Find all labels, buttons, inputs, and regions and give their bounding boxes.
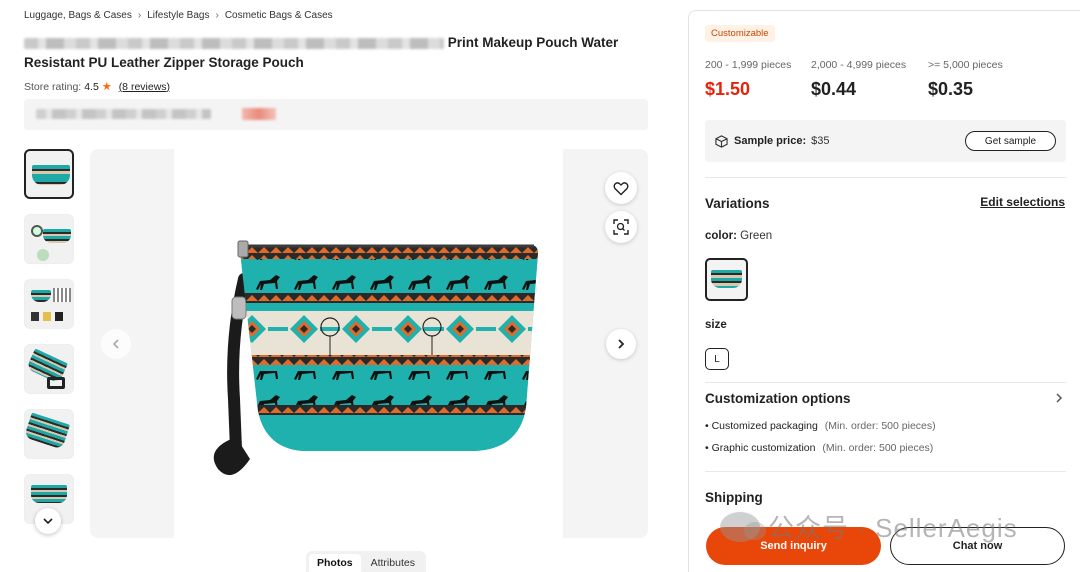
price-tier-3: >= 5,000 pieces $0.35 — [928, 59, 1003, 100]
product-title: Print Makeup Pouch Water Resistant PU Le… — [24, 33, 634, 73]
customization-name: Customized packaging — [711, 420, 818, 432]
get-sample-button[interactable]: Get sample — [965, 131, 1056, 151]
sample-price-box: Sample price: $35 Get sample — [705, 120, 1066, 162]
favorite-button[interactable] — [605, 172, 637, 204]
color-swatch-green[interactable] — [705, 258, 748, 301]
color-value: Green — [740, 230, 773, 242]
size-label: size — [705, 319, 727, 331]
image-search-button[interactable] — [605, 211, 637, 243]
customization-heading[interactable]: Customization options — [705, 391, 851, 406]
image-scan-icon — [613, 219, 629, 235]
thumbnail-4[interactable] — [24, 344, 74, 394]
chevron-right-icon — [618, 339, 625, 349]
thumbnail-1[interactable] — [24, 149, 74, 199]
thumbnail-5[interactable] — [24, 409, 74, 459]
redacted-supplier-text — [36, 109, 211, 119]
breadcrumb: Luggage, Bags & Cases › Lifestyle Bags ›… — [24, 10, 333, 21]
star-icon: ★ — [101, 81, 112, 93]
redacted-title-text — [24, 37, 444, 49]
tab-photos[interactable]: Photos — [309, 554, 361, 572]
chevron-right-icon — [1056, 393, 1063, 403]
thumbnail-list — [24, 149, 74, 539]
box-icon — [715, 134, 728, 148]
gallery-next-button[interactable] — [606, 329, 636, 359]
send-inquiry-button[interactable]: Send inquiry — [706, 527, 881, 565]
store-rating: Store rating: 4.5 ★ (8 reviews) — [24, 80, 170, 94]
variations-heading: Variations — [705, 196, 770, 211]
product-title-line2: Resistant PU Leather Zipper Storage Pouc… — [24, 55, 304, 70]
divider — [705, 471, 1066, 472]
customization-item: • Graphic customization (Min. order: 500… — [705, 442, 934, 454]
gallery-prev-button[interactable] — [101, 329, 131, 359]
shipping-heading: Shipping — [705, 490, 763, 505]
chat-now-button[interactable]: Chat now — [890, 527, 1065, 565]
customization-item: • Customized packaging (Min. order: 500 … — [705, 420, 936, 432]
tier-price: $0.44 — [811, 79, 857, 99]
color-label: color: — [705, 230, 737, 242]
sample-price-value: $35 — [811, 135, 830, 147]
color-attribute: color: Green — [705, 230, 772, 242]
supplier-info-strip — [24, 99, 648, 130]
size-option-l[interactable]: L — [705, 348, 729, 370]
price-tier-1: 200 - 1,999 pieces $1.50 — [705, 59, 791, 100]
product-title-line1: Print Makeup Pouch Water — [447, 35, 619, 50]
tier-quantity: 200 - 1,999 pieces — [705, 59, 792, 71]
chevron-right-icon: › — [215, 10, 219, 21]
chevron-down-icon — [43, 518, 53, 525]
redacted-supplier-badge — [242, 108, 276, 120]
chevron-left-icon — [112, 339, 119, 349]
customization-name: Graphic customization — [711, 442, 816, 454]
breadcrumb-item-luggage[interactable]: Luggage, Bags & Cases — [24, 10, 132, 21]
tier-price: $1.50 — [705, 79, 751, 99]
edit-selections-link[interactable]: Edit selections — [980, 195, 1065, 209]
tier-price: $0.35 — [928, 79, 974, 99]
product-main-image — [174, 149, 563, 538]
price-tier-2: 2,000 - 4,999 pieces $0.44 — [811, 59, 906, 100]
rating-value: 4.5 — [84, 80, 99, 93]
cosmetic-pouch-illustration — [213, 240, 538, 476]
thumbnails-scroll-down-button[interactable] — [35, 508, 61, 534]
purchase-panel: Customizable 200 - 1,999 pieces $1.50 2,… — [688, 10, 1080, 572]
breadcrumb-item-lifestyle-bags[interactable]: Lifestyle Bags — [147, 10, 209, 21]
thumbnail-2[interactable] — [24, 214, 74, 264]
rating-label: Store rating: — [24, 80, 82, 93]
heart-icon — [613, 181, 629, 195]
thumbnail-3[interactable] — [24, 279, 74, 329]
divider — [705, 382, 1066, 383]
tab-attributes[interactable]: Attributes — [363, 554, 423, 572]
customization-min-order: (Min. order: 500 pieces) — [824, 420, 936, 432]
tier-quantity: 2,000 - 4,999 pieces — [811, 59, 907, 71]
customization-min-order: (Min. order: 500 pieces) — [822, 442, 934, 454]
gallery-tabs: Photos Attributes — [306, 551, 426, 572]
image-gallery — [90, 149, 648, 538]
customization-expand-button[interactable] — [1055, 391, 1063, 407]
sample-price-label: Sample price: — [734, 135, 807, 147]
customizable-badge: Customizable — [705, 25, 775, 42]
divider — [705, 177, 1066, 178]
tier-quantity: >= 5,000 pieces — [928, 59, 1003, 71]
chevron-right-icon: › — [137, 10, 142, 21]
breadcrumb-item-cosmetic-bags[interactable]: Cosmetic Bags & Cases — [225, 10, 333, 21]
reviews-link[interactable]: (8 reviews) — [119, 81, 170, 93]
